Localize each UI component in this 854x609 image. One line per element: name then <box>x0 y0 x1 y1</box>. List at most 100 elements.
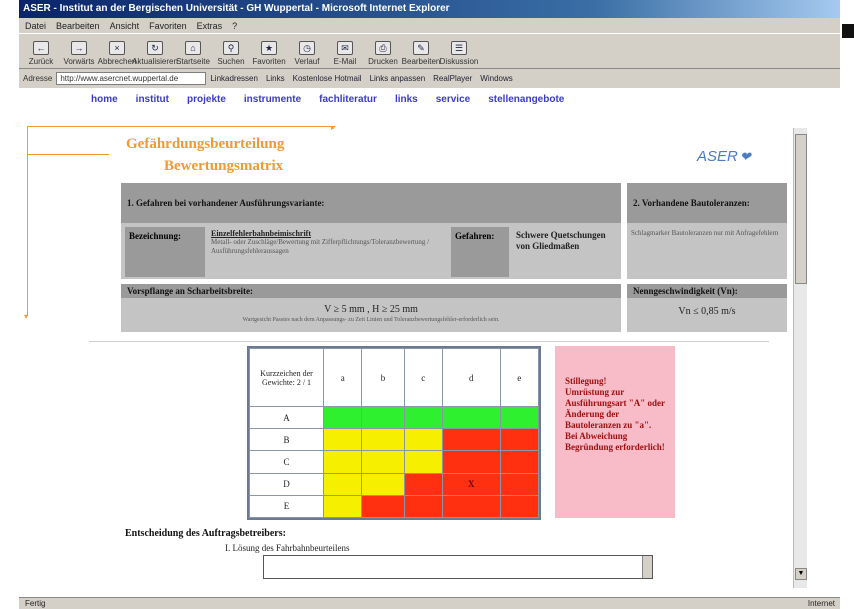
matrix-cell[interactable] <box>322 472 363 496</box>
decor-arrow-down-icon: ▾ <box>24 312 29 321</box>
matrix-cell[interactable] <box>403 428 444 452</box>
nav-home[interactable]: home <box>91 94 118 105</box>
link-3[interactable]: Links anpassen <box>370 74 426 83</box>
tolerance-panel: 2. Vorhandene Bautoleranzen: Schlagmarke… <box>627 183 787 279</box>
matrix-cell[interactable] <box>403 472 444 496</box>
matrix-cell[interactable] <box>403 450 444 474</box>
matrix-col-header: a <box>322 348 363 407</box>
matrix-cell[interactable] <box>361 494 405 519</box>
desktop-right-strip <box>840 0 854 609</box>
nav-stellenangebote[interactable]: stellenangebote <box>488 94 564 105</box>
refresh-button[interactable]: ↻ Aktualisieren <box>132 41 178 66</box>
matrix-cell[interactable] <box>361 472 405 496</box>
mail-button[interactable]: ✉ E-Mail <box>327 41 363 66</box>
stop-button[interactable]: × Abbrechen <box>98 41 136 66</box>
menu-ansicht[interactable]: Ansicht <box>110 21 140 31</box>
vorspannung-value: V ≥ 5 mm , H ≥ 25 mm <box>324 304 418 315</box>
vorspannung-header: Vorspflange an Scharbeitsbreite: <box>121 284 621 298</box>
star-icon: ★ <box>261 41 277 55</box>
decor-line-tick <box>27 154 109 155</box>
status-zone: Internet <box>807 599 835 608</box>
refresh-icon: ↻ <box>147 41 163 55</box>
page-subtitle: Bewertungsmatrix <box>164 158 284 174</box>
matrix-row-label: C <box>249 450 324 474</box>
forward-button[interactable]: → Vorwärts <box>61 41 97 66</box>
scroll-down-icon[interactable]: ▼ <box>795 568 807 580</box>
edit-icon: ✎ <box>413 41 429 55</box>
matrix-cell[interactable] <box>361 450 405 474</box>
print-button[interactable]: ⎙ Drucken <box>365 41 401 66</box>
matrix-col-header: e <box>499 348 540 407</box>
nav-projekte[interactable]: projekte <box>187 94 226 105</box>
matrix-cell[interactable] <box>499 472 540 496</box>
matrix-cell[interactable] <box>499 450 540 474</box>
mail-icon: ✉ <box>337 41 353 55</box>
matrix-cell[interactable] <box>442 494 501 519</box>
menu-datei[interactable]: Datei <box>25 21 46 31</box>
vorspannung-panel: Vorspflange an Scharbeitsbreite: V ≥ 5 m… <box>121 284 621 332</box>
page-scrollbar[interactable]: ▼ <box>793 128 807 588</box>
address-input[interactable]: http://www.asercnet.wuppertal.de <box>56 71 207 85</box>
decision-label: Entscheidung des Auftragsbetreibers: <box>125 528 286 539</box>
matrix-row: E <box>249 494 540 519</box>
tolerance-value: Schlagmarker Bautoleranzen nur mit Anfra… <box>631 229 779 237</box>
nav-links[interactable]: links <box>395 94 418 105</box>
nav-institut[interactable]: institut <box>136 94 169 105</box>
matrix-cell[interactable] <box>403 405 444 430</box>
matrix-cell[interactable] <box>322 405 363 430</box>
matrix-cell[interactable] <box>499 428 540 452</box>
matrix-cell[interactable] <box>442 405 501 430</box>
nav-fachliteratur[interactable]: fachliteratur <box>319 94 377 105</box>
link-2[interactable]: Kostenlose Hotmail <box>293 74 362 83</box>
menu-favoriten[interactable]: Favoriten <box>149 21 187 31</box>
matrix-cell[interactable] <box>322 428 363 452</box>
matrix-cell[interactable] <box>442 428 501 452</box>
menu-bearbeiten[interactable]: Bearbeiten <box>56 21 100 31</box>
link-4[interactable]: RealPlayer <box>433 74 472 83</box>
solution-label: I. Lösung des Fahrbahnbeurteilens <box>225 543 350 553</box>
history-button[interactable]: ◷ Verlauf <box>289 41 325 66</box>
gefahren-label: Gefahren: <box>451 227 509 277</box>
favorites-button[interactable]: ★ Favoriten <box>251 41 287 66</box>
scrollbar-thumb[interactable] <box>795 134 807 284</box>
search-icon: ⚲ <box>223 41 239 55</box>
solution-textarea[interactable] <box>263 555 653 579</box>
back-button[interactable]: ← Zurück <box>23 41 59 66</box>
edit-button[interactable]: ✎ Bearbeiten <box>402 41 440 66</box>
matrix-cell[interactable] <box>361 428 405 452</box>
warning-box: Stillegung! Umrüstung zur Ausführungsart… <box>555 346 675 518</box>
search-button[interactable]: ⚲ Suchen <box>213 41 249 66</box>
matrix-cell[interactable] <box>322 494 363 519</box>
matrix-row-label: E <box>249 494 324 519</box>
back-icon: ← <box>33 41 49 55</box>
decor-line-top <box>27 126 335 127</box>
menu-extras[interactable]: Extras <box>197 21 223 31</box>
menu-help[interactable]: ? <box>232 21 237 31</box>
discuss-button[interactable]: ☰ Diskussion <box>440 41 478 66</box>
stop-icon: × <box>109 41 125 55</box>
home-button[interactable]: ⌂ Startseite <box>175 41 211 66</box>
link-0[interactable]: Linkadressen <box>210 74 258 83</box>
matrix-cell[interactable] <box>361 405 405 430</box>
link-1[interactable]: Links <box>266 74 285 83</box>
textarea-scrollbar[interactable] <box>642 556 652 578</box>
toolbar: ← Zurück → Vorwärts × Abbrechen ↻ Aktualisie… <box>19 33 840 69</box>
nav-instrumente[interactable]: instrumente <box>244 94 301 105</box>
speed-header: Nenngeschwindigkeit (Vn): <box>627 284 787 298</box>
link-5[interactable]: Windows <box>480 74 512 83</box>
matrix-row: C <box>249 450 540 474</box>
matrix-cell[interactable]: X <box>442 472 501 496</box>
desktop-block <box>842 24 854 38</box>
bezeichnung-label: Bezeichnung: <box>125 227 205 277</box>
page-content: home institut projekte instrumente fachl… <box>19 88 841 597</box>
matrix-cell[interactable] <box>442 450 501 474</box>
nav-service[interactable]: service <box>436 94 470 105</box>
forward-icon: → <box>71 41 87 55</box>
address-bar: Adresse http://www.asercnet.wuppertal.de… <box>19 69 840 87</box>
address-label: Adresse <box>23 73 53 83</box>
matrix-cell[interactable] <box>322 450 363 474</box>
matrix-col-header: d <box>442 348 501 407</box>
matrix-cell[interactable] <box>499 494 540 519</box>
matrix-cell[interactable] <box>499 405 540 430</box>
matrix-cell[interactable] <box>403 494 444 519</box>
